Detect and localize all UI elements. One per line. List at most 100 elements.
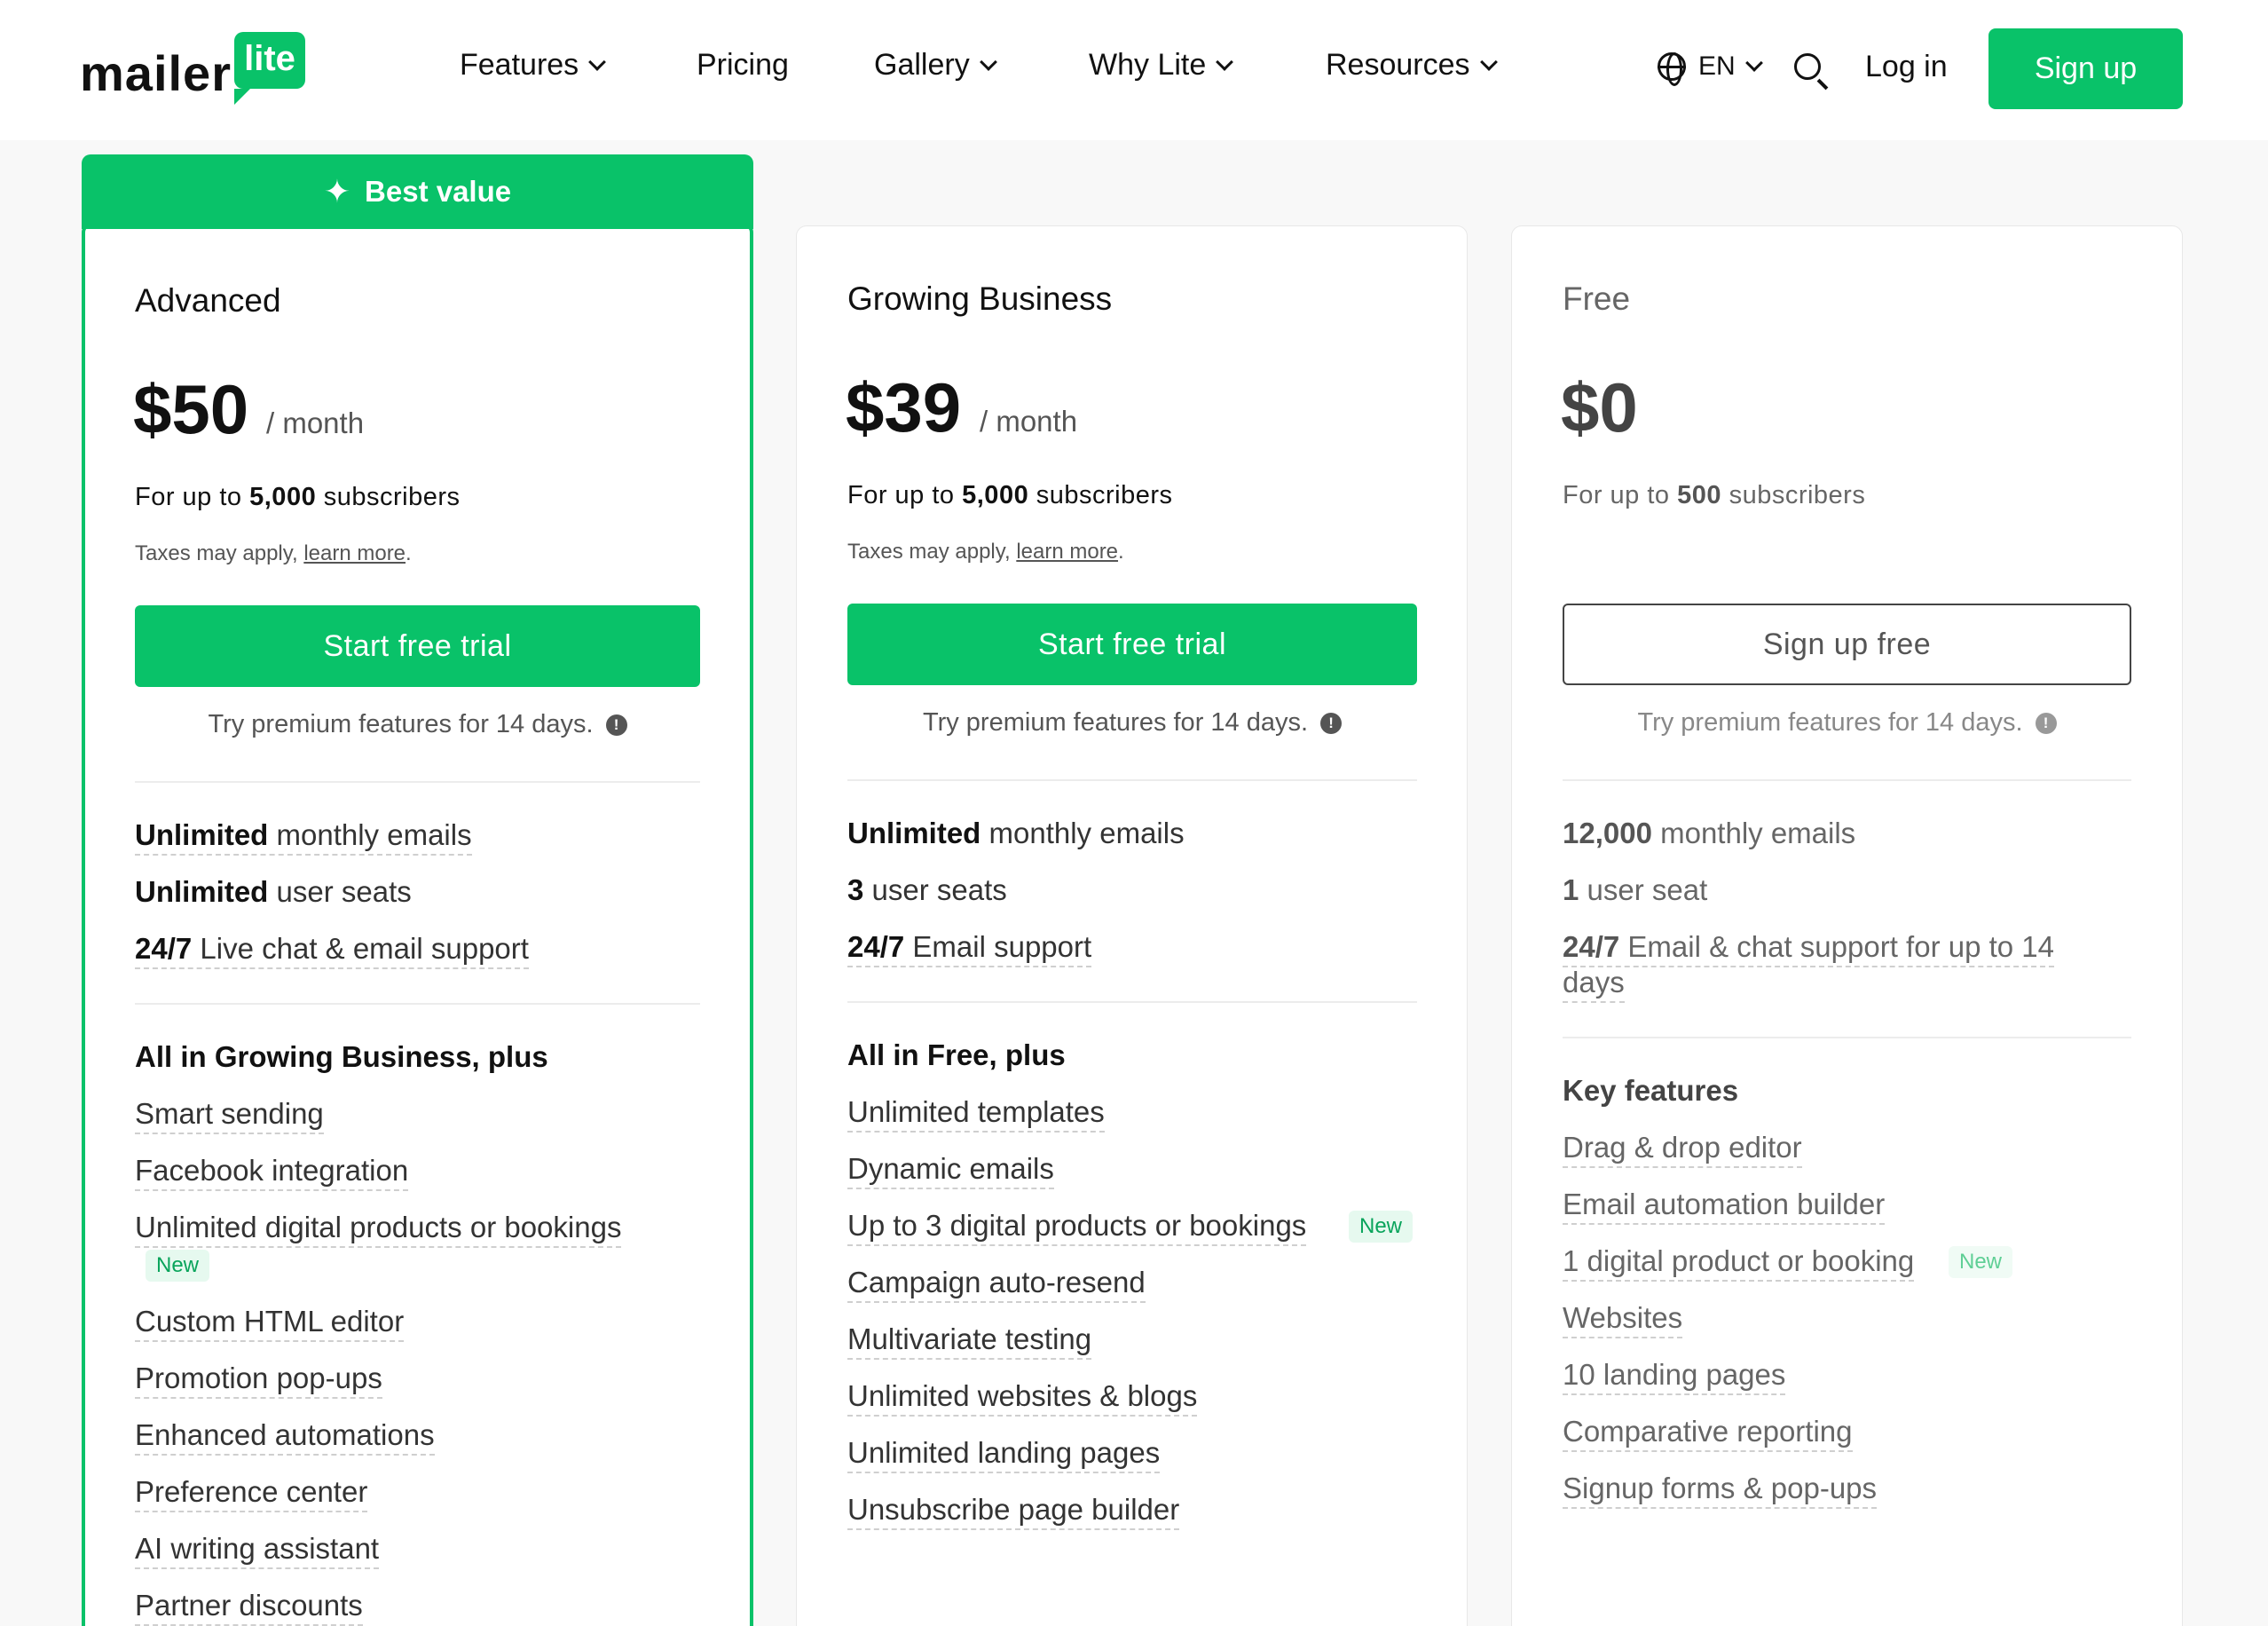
- limit-rest: monthly emails: [1651, 817, 1856, 849]
- plan-price: $50: [133, 370, 249, 448]
- search-icon[interactable]: [1794, 53, 1821, 80]
- limit-item-continued[interactable]: days: [1563, 966, 1625, 1003]
- limit-item: 1 user seat: [1563, 873, 1707, 909]
- feature-item[interactable]: Multivariate testing: [847, 1322, 1092, 1360]
- plan-name: Advanced: [135, 282, 281, 319]
- limit-bold: Unlimited: [847, 817, 981, 849]
- subscriber-limit: For up to 500 subscribers: [1563, 481, 1865, 510]
- limit-item[interactable]: 24/7 Email & chat support for up to 14: [1563, 930, 2054, 967]
- price-period: / month: [266, 406, 365, 439]
- tax-note: Taxes may apply, learn more.: [135, 541, 412, 565]
- sparkle-icon: ✦: [323, 173, 351, 209]
- start-free-trial-button[interactable]: Start free trial: [135, 605, 700, 687]
- limit-item[interactable]: Unlimited monthly emails: [135, 818, 472, 856]
- subs-suffix: subscribers: [1721, 481, 1866, 509]
- tax-note: Taxes may apply, learn more.: [847, 540, 1124, 564]
- feature-section-title: All in Free, plus: [847, 1038, 1066, 1071]
- limit-bold: 24/7: [847, 930, 905, 963]
- login-link[interactable]: Log in: [1865, 50, 1948, 84]
- divider: [135, 781, 700, 783]
- start-free-trial-button[interactable]: Start free trial: [847, 604, 1417, 685]
- new-badge: New: [1949, 1246, 2013, 1278]
- ribbon-label: Best value: [365, 175, 512, 208]
- divider: [847, 779, 1417, 781]
- limit-bold: 24/7: [1563, 930, 1620, 963]
- subs-count: 5,000: [249, 483, 317, 511]
- language-label: EN: [1698, 51, 1736, 81]
- chevron-down-icon: [979, 52, 997, 71]
- nav-gallery-label: Gallery: [874, 48, 970, 82]
- feature-item[interactable]: Preference center: [135, 1475, 368, 1512]
- trial-note: Try premium features for 14 days.!: [135, 710, 700, 739]
- globe-icon: [1658, 52, 1686, 86]
- plan-price: $0: [1561, 368, 1638, 446]
- limit-item[interactable]: 24/7 Email support: [847, 930, 1092, 967]
- signup-button[interactable]: Sign up: [1988, 28, 2183, 109]
- feature-item[interactable]: Comparative reporting: [1563, 1415, 1853, 1452]
- nav-why-lite[interactable]: Why Lite: [1089, 48, 1234, 83]
- info-icon[interactable]: !: [1320, 712, 1343, 734]
- limit-item: 12,000 monthly emails: [1563, 817, 1855, 852]
- info-icon[interactable]: !: [605, 714, 627, 736]
- nav-pricing[interactable]: Pricing: [697, 48, 789, 83]
- trial-note: Try premium features for 14 days.!: [1563, 708, 2131, 738]
- feature-item[interactable]: Smart sending: [135, 1097, 324, 1134]
- plan-price: $39: [846, 368, 962, 446]
- feature-section-title: All in Growing Business, plus: [135, 1040, 548, 1073]
- chevron-down-icon: [588, 52, 607, 71]
- language-selector[interactable]: EN: [1658, 51, 1763, 86]
- feature-item[interactable]: Campaign auto-resend: [847, 1266, 1146, 1303]
- trial-note: Try premium features for 14 days.!: [847, 708, 1417, 738]
- limit-item: Unlimited monthly emails: [847, 817, 1185, 852]
- feature-item[interactable]: Unlimited landing pages: [847, 1436, 1161, 1473]
- feature-item[interactable]: Websites: [1563, 1301, 1683, 1338]
- nav-gallery[interactable]: Gallery: [874, 48, 997, 83]
- limit-bold: 24/7: [135, 932, 193, 965]
- chevron-down-icon: [1479, 52, 1498, 71]
- feature-item[interactable]: Promotion pop-ups: [135, 1362, 382, 1399]
- learn-more-link[interactable]: learn more: [1016, 540, 1118, 564]
- feature-item[interactable]: Partner discounts: [135, 1589, 363, 1626]
- feature-item[interactable]: Drag & drop editor: [1563, 1131, 1802, 1168]
- trial-text: Try premium features for 14 days.: [922, 708, 1309, 737]
- limit-bold: Unlimited: [135, 818, 269, 851]
- limit-rest: Email & chat support for up to 14: [1619, 930, 2054, 963]
- feature-item[interactable]: 10 landing pages: [1563, 1358, 1786, 1395]
- feature-item[interactable]: AI writing assistant: [135, 1532, 380, 1569]
- feature-item[interactable]: Facebook integration: [135, 1154, 409, 1191]
- subs-count: 500: [1677, 481, 1722, 509]
- nav-features[interactable]: Features: [460, 48, 607, 83]
- feature-item[interactable]: Custom HTML editor: [135, 1305, 405, 1342]
- nav-pricing-label: Pricing: [697, 48, 789, 82]
- feature-item[interactable]: Unlimited websites & blogs: [847, 1379, 1198, 1417]
- feature-item[interactable]: Email automation builder: [1563, 1188, 1886, 1225]
- limit-rest: user seats: [863, 873, 1007, 906]
- limit-rest: Email support: [904, 930, 1092, 963]
- tax-text: Taxes may apply,: [135, 541, 304, 565]
- chevron-down-icon: [1744, 54, 1763, 72]
- trial-text: Try premium features for 14 days.: [1637, 708, 2023, 737]
- limit-rest: monthly emails: [268, 818, 472, 851]
- feature-item[interactable]: Signup forms & pop-ups: [1563, 1472, 1878, 1509]
- feature-item[interactable]: Unlimited templates: [847, 1095, 1105, 1133]
- nav-resources-label: Resources: [1326, 48, 1470, 82]
- feature-item[interactable]: Unsubscribe page builder: [847, 1493, 1180, 1530]
- feature-item[interactable]: 1 digital product or booking: [1563, 1244, 1915, 1282]
- limit-rest: monthly emails: [980, 817, 1185, 849]
- feature-item[interactable]: Unlimited digital products or bookings: [135, 1211, 622, 1248]
- learn-more-link[interactable]: learn more: [303, 541, 406, 565]
- nav-resources[interactable]: Resources: [1326, 48, 1498, 83]
- limit-item[interactable]: 24/7 Live chat & email support: [135, 932, 529, 969]
- subs-suffix: subscribers: [316, 483, 461, 511]
- feature-item[interactable]: Up to 3 digital products or bookings: [847, 1209, 1307, 1246]
- trial-text: Try premium features for 14 days.: [208, 710, 594, 738]
- subscriber-limit: For up to 5,000 subscribers: [847, 481, 1173, 510]
- info-icon[interactable]: !: [2035, 712, 2057, 734]
- nav-features-label: Features: [460, 48, 579, 82]
- nav-why-lite-label: Why Lite: [1089, 48, 1207, 82]
- feature-item[interactable]: Dynamic emails: [847, 1152, 1054, 1189]
- feature-item[interactable]: Enhanced automations: [135, 1418, 435, 1456]
- limit-bold: Unlimited: [135, 875, 269, 908]
- tax-text: Taxes may apply,: [847, 540, 1017, 564]
- sign-up-free-button[interactable]: Sign up free: [1563, 604, 2131, 685]
